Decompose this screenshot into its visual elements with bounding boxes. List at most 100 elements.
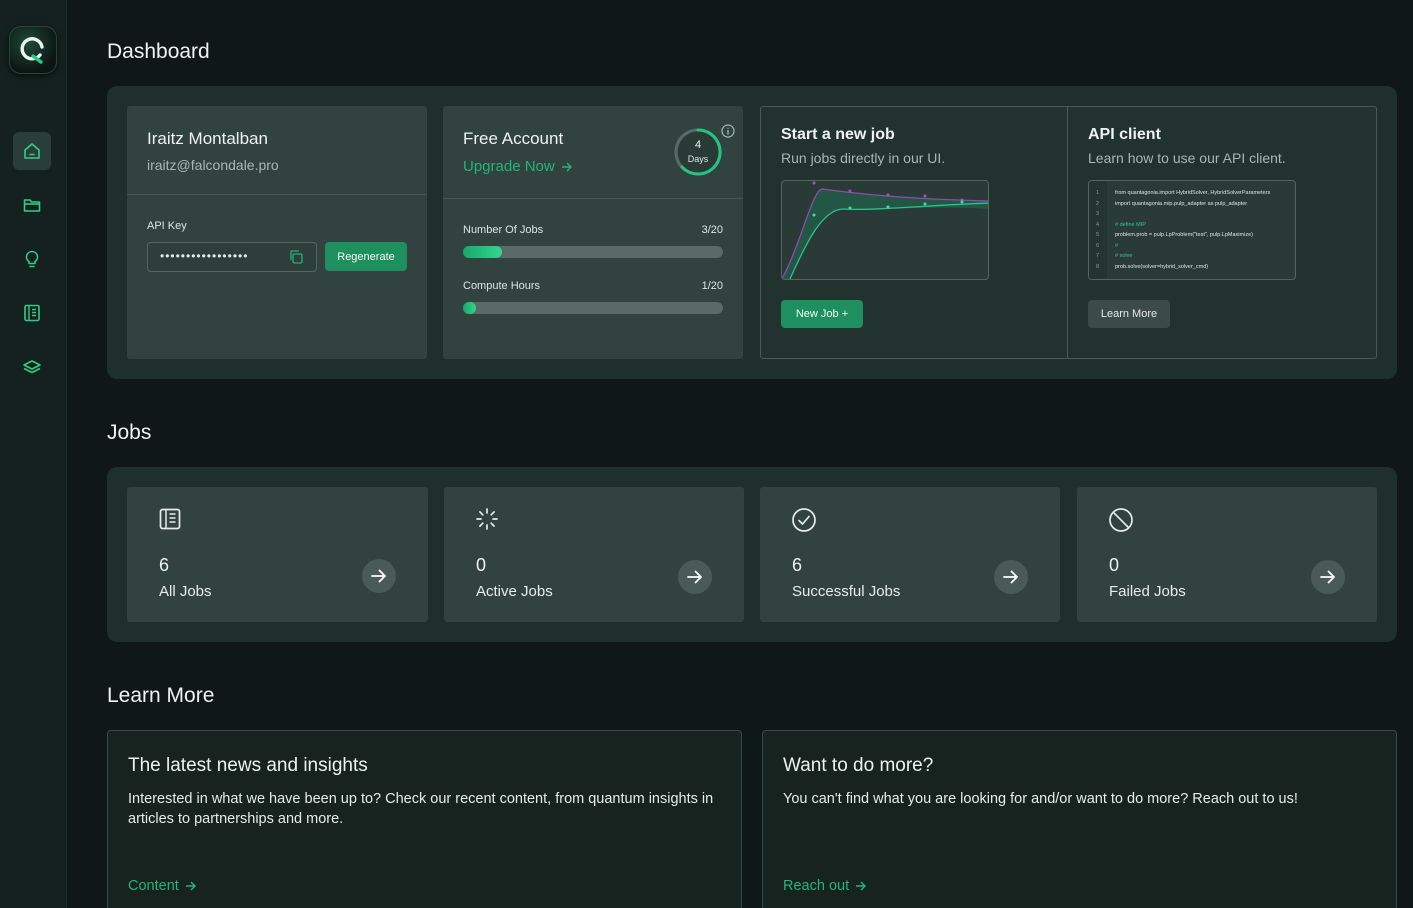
arrow-right-icon [1320, 570, 1335, 584]
nav-files[interactable] [13, 186, 51, 224]
check-circle-icon [791, 507, 817, 538]
code-line-number: 7 [1096, 253, 1100, 259]
news-body: Interested in what we have been up to? C… [128, 791, 714, 827]
more-card: Want to do more? You can't find what you… [762, 730, 1397, 908]
jobs-usage-bar [463, 246, 723, 258]
user-name: Iraitz Montalban [147, 129, 268, 148]
open-successful-jobs-button[interactable] [994, 560, 1028, 594]
job-preview-chart [781, 180, 989, 280]
job-card-active-jobs[interactable]: 0 Active Jobs [444, 487, 744, 622]
code-line: 2 import quantagonia.mip.pulp_adapter as … [1089, 199, 1295, 209]
job-count: 0 [476, 555, 487, 575]
code-line-number: 3 [1096, 211, 1100, 217]
code-line-text: problem.prob = pulp.LpProblem("test", pu… [1115, 232, 1253, 238]
job-label: All Jobs [159, 583, 212, 600]
code-line-number: 5 [1096, 232, 1100, 238]
loader-icon [475, 507, 499, 536]
days-value: 4 [694, 139, 702, 151]
news-card: The latest news and insights Interested … [107, 730, 742, 908]
app-logo[interactable] [9, 26, 57, 74]
hours-usage-value: 1/20 [701, 280, 723, 292]
learn-more-button[interactable]: Learn More [1088, 300, 1170, 328]
jobs-usage-label: Number Of Jobs [463, 224, 544, 236]
more-title: Want to do more? [783, 755, 934, 776]
job-label: Failed Jobs [1109, 583, 1186, 600]
open-failed-jobs-button[interactable] [1311, 560, 1345, 594]
code-line-text: # solve [1115, 253, 1133, 259]
list-icon [158, 507, 182, 536]
api-key-field[interactable]: ••••••••••••••••• [147, 242, 317, 272]
job-card-all-jobs[interactable]: 6 All Jobs [127, 487, 428, 622]
api-key-value: ••••••••••••••••• [160, 249, 249, 263]
job-count: 6 [792, 555, 803, 575]
nav-home[interactable] [13, 132, 51, 170]
upgrade-label: Upgrade Now [463, 158, 555, 175]
nav-layers[interactable] [13, 348, 51, 386]
arrow-right-icon [1003, 570, 1018, 584]
dashboard-panel: Iraitz Montalban iraitz@falcondale.pro A… [107, 86, 1397, 379]
hours-usage-label: Compute Hours [463, 280, 541, 292]
code-line-number: 1 [1096, 190, 1100, 196]
api-client-subtitle: Learn how to use our API client. [1088, 150, 1286, 166]
job-card-failed-jobs[interactable]: 0 Failed Jobs [1077, 487, 1377, 622]
plan-name: Free Account [463, 129, 564, 148]
new-job-title: Start a new job [781, 126, 895, 143]
dashboard-title: Dashboard [107, 40, 210, 63]
job-count: 0 [1109, 555, 1120, 575]
new-job-subtitle: Run jobs directly in our UI. [781, 150, 946, 166]
logo-icon [20, 37, 44, 64]
open-active-jobs-button[interactable] [678, 560, 712, 594]
regenerate-button[interactable]: Regenerate [325, 242, 407, 271]
arrow-right-icon [561, 162, 572, 171]
info-icon[interactable] [721, 124, 735, 143]
api-key-label: API Key [147, 220, 187, 232]
ban-icon [1108, 507, 1134, 538]
lightbulb-icon [25, 250, 39, 268]
arrow-right-icon [185, 881, 196, 891]
account-card: Free Account Upgrade Now 4 Days Number O… [443, 106, 743, 359]
code-line-number: 6 [1096, 242, 1100, 249]
book-icon [24, 304, 40, 322]
code-line-number: 2 [1096, 200, 1100, 207]
quickstart-card: Start a new job Run jobs directly in our… [760, 106, 1377, 359]
api-client-title: API client [1088, 126, 1161, 143]
code-line-text: from quantagonia.import HybridSolver, Hy… [1115, 190, 1271, 196]
nav-ideas[interactable] [13, 240, 51, 278]
divider [1067, 107, 1068, 358]
sidebar [0, 0, 67, 908]
code-line-text: # define MIP [1115, 221, 1146, 228]
content-link[interactable]: Content [128, 878, 197, 894]
user-card: Iraitz Montalban iraitz@falcondale.pro A… [127, 106, 427, 359]
code-line: 4 # define MIP [1089, 220, 1295, 230]
code-line: 3 [1089, 209, 1295, 219]
convergence-chart-icon [782, 181, 988, 279]
days-label: Days [687, 154, 709, 164]
folder-icon [23, 199, 41, 212]
jobs-usage-fill [463, 246, 502, 258]
layers-icon [23, 360, 41, 374]
job-label: Active Jobs [476, 583, 553, 600]
hours-usage-fill [463, 302, 476, 314]
user-email: iraitz@falcondale.pro [147, 157, 279, 173]
job-card-successful-jobs[interactable]: 6 Successful Jobs [760, 487, 1060, 622]
code-line-text: prob.solve(solver=hybrid_solver_cmd) [1115, 263, 1209, 270]
reach-out-link-label: Reach out [783, 878, 850, 894]
new-job-button[interactable]: New Job + [781, 300, 863, 328]
code-line-text: # [1115, 242, 1119, 249]
upgrade-link[interactable]: Upgrade Now [463, 158, 573, 175]
job-label: Successful Jobs [792, 583, 901, 600]
days-ring: 4 Days [673, 127, 723, 177]
copy-icon[interactable] [288, 249, 304, 270]
open-all-jobs-button[interactable] [362, 559, 396, 593]
code-preview: 1 from quantagonia.import HybridSolver, H… [1088, 180, 1296, 280]
code-line: 7 # solve [1089, 251, 1295, 261]
arrow-right-icon [371, 569, 386, 583]
nav-docs[interactable] [13, 294, 51, 332]
code-line: 6 # [1089, 241, 1295, 251]
jobs-title: Jobs [107, 421, 152, 444]
reach-out-link[interactable]: Reach out [783, 878, 867, 894]
hours-usage-bar [463, 302, 723, 314]
home-icon [24, 143, 40, 159]
news-title: The latest news and insights [128, 755, 368, 776]
jobs-panel: 6 All Jobs 0 Active Jobs 6 Successful Jobs 0 Fa… [107, 467, 1397, 642]
